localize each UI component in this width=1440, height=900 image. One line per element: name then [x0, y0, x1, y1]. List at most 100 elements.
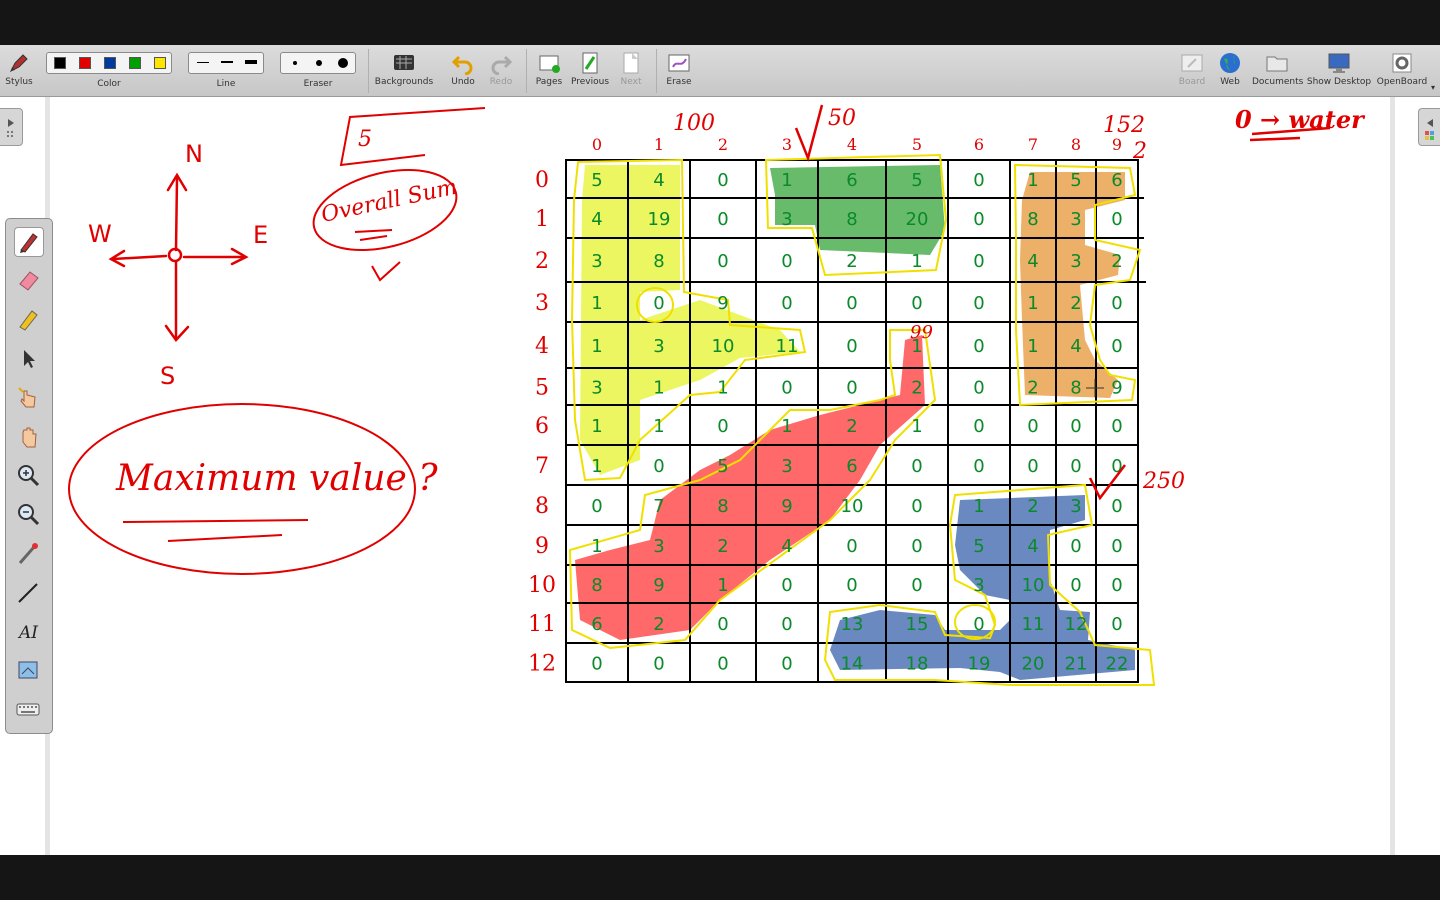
grid-cell-value: 0	[1111, 336, 1122, 357]
grid-cell-value: 6	[846, 456, 857, 477]
grid-cell-value: 6	[591, 614, 602, 635]
grid-cell-value: 0	[911, 575, 922, 596]
grid-cell-value: 0	[717, 170, 728, 191]
grid-cell-value: 18	[906, 654, 929, 675]
grid-cell-value: 5	[1070, 170, 1081, 191]
grid-cell-value: 4	[653, 170, 664, 191]
compass-center	[167, 247, 183, 263]
grid-cell-value: 3	[653, 336, 664, 357]
grid-cell-value: 3	[1070, 251, 1081, 272]
compass-drawing	[108, 172, 249, 342]
compass-s: S	[160, 362, 175, 390]
overall-underline	[354, 229, 393, 241]
grid-cell-value: 5	[911, 170, 922, 191]
row-labels: 0123456789101112	[528, 168, 556, 677]
grid-cell-value: 0	[973, 251, 984, 272]
grid-cell-value: 0	[846, 575, 857, 596]
grid-cell-value: 1	[781, 416, 792, 437]
grid-cell-value: 10	[841, 496, 864, 517]
grid-cell-value: 0	[653, 293, 664, 314]
grid-cell-value: 10	[1022, 575, 1045, 596]
column-label: 0	[592, 135, 602, 154]
note-maximum-value: Maximum value ?	[115, 458, 438, 499]
grid-cell-value: 22	[1106, 654, 1129, 675]
grid-cell-value: 0	[1111, 575, 1122, 596]
arrow-north	[174, 176, 179, 252]
grid-cell-value: 0	[781, 654, 792, 675]
grid-cell-value: 0	[973, 293, 984, 314]
note-2: 2	[1132, 139, 1147, 164]
grid-cell-value: 11	[1022, 614, 1045, 635]
grid-cell-value: 5	[717, 456, 728, 477]
grid-cell-value: 0	[1111, 614, 1122, 635]
grid-cell-value: 0	[911, 496, 922, 517]
grid-cell-value: 0	[1111, 293, 1122, 314]
column-label: 2	[718, 135, 728, 154]
grid-cell-value: 0	[781, 378, 792, 399]
note-overall-sum: Overall Sum	[319, 175, 459, 228]
grid-cell-value: 4	[1027, 251, 1038, 272]
grid-cell-value: 0	[973, 614, 984, 635]
compass-w: W	[88, 220, 112, 248]
grid-cell-value: 19	[648, 209, 671, 230]
row-label: 9	[535, 534, 549, 559]
grid-cell-value: 3	[591, 378, 602, 399]
row-label: 3	[535, 291, 549, 316]
grid-cell-value: 1	[973, 496, 984, 517]
grid-cell-value: 3	[781, 209, 792, 230]
grid-cell-value: 1	[1027, 170, 1038, 191]
grid-cell-value: 12	[1065, 614, 1088, 635]
grid-cell-value: 0	[846, 536, 857, 557]
question-underline	[122, 519, 309, 542]
row-label: 6	[535, 414, 549, 439]
grid-cell-value: 2	[846, 251, 857, 272]
grid-cell-value: 9	[1111, 378, 1122, 399]
grid-cell-value: 8	[1070, 378, 1081, 399]
note-100: 100	[673, 111, 715, 136]
grid-cell-value: 0	[1111, 536, 1122, 557]
column-label: 7	[1028, 135, 1038, 154]
grid-cell-value: 2	[1070, 293, 1081, 314]
note-152: 152	[1103, 113, 1145, 138]
note-99: 99	[910, 322, 933, 343]
grid-cell-value: 0	[1027, 416, 1038, 437]
grid-cell-value: 0	[653, 456, 664, 477]
grid-cell-value: 0	[781, 614, 792, 635]
grid-cell-value: 1	[1027, 293, 1038, 314]
grid-cell-value: 8	[846, 209, 857, 230]
grid-cell-value: 0	[846, 378, 857, 399]
grid-cell-value: 0	[717, 654, 728, 675]
row-label: 8	[535, 494, 549, 519]
grid-cell-value: 4	[1027, 536, 1038, 557]
grid-cell-value: 0	[653, 654, 664, 675]
grid-cell-value: 13	[841, 614, 864, 635]
column-label: 4	[847, 135, 857, 154]
grid-cell-value: 2	[846, 416, 857, 437]
grid-cell-value: 1	[1027, 336, 1038, 357]
row-label: 4	[535, 334, 549, 359]
note-250: 250	[1142, 469, 1185, 494]
grid-cell-value: 2	[1027, 378, 1038, 399]
grid-cell-value: 0	[973, 170, 984, 191]
ink-layer: N S E W 5 Overall Sum Maximum value ? 5 …	[68, 104, 1366, 686]
grid-cell-value: 0	[846, 336, 857, 357]
grid-cell-value: 9	[781, 496, 792, 517]
grid-cell-value: 20	[1022, 654, 1045, 675]
grid-cell-value: 1	[911, 251, 922, 272]
row-label: 1	[535, 207, 549, 232]
grid-cell-value: 1	[911, 416, 922, 437]
check-mark-50	[794, 104, 824, 162]
grid-cell-value: 0	[717, 416, 728, 437]
grid-cell-value: 0	[1070, 536, 1081, 557]
grid-cell-value: 1	[591, 456, 602, 477]
grid-cell-value: 0	[973, 378, 984, 399]
grid-cell-value: 3	[591, 251, 602, 272]
grid-cell-value: 0	[1070, 416, 1081, 437]
grid-cell-value: 0	[973, 456, 984, 477]
grid-cell-value: 0	[846, 293, 857, 314]
orange-island	[1020, 172, 1125, 398]
compass-n: N	[185, 140, 203, 168]
grid-cell-value: 2	[653, 614, 664, 635]
grid-cell-value: 0	[911, 456, 922, 477]
overall-check	[371, 261, 401, 282]
